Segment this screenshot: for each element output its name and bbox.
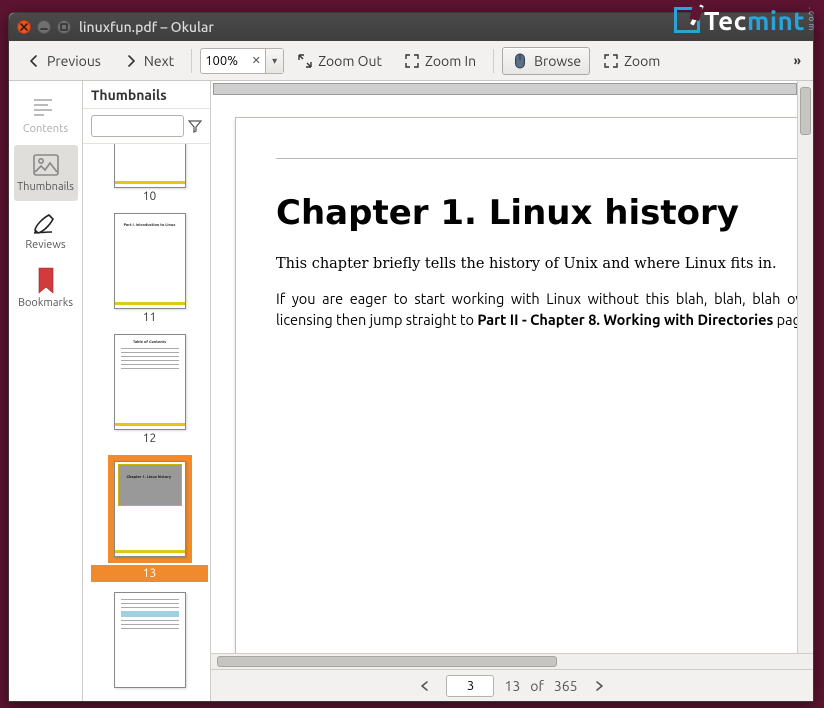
toolbar-overflow-button[interactable]: » — [790, 54, 805, 68]
browse-tool-button[interactable]: Browse — [502, 47, 590, 75]
pencil-icon — [31, 211, 61, 235]
toolbar: Previous Next ✕ ▾ Zoom Out Zoom In Brows… — [9, 41, 813, 81]
body: Contents Thumbnails Reviews Bookmarks — [9, 81, 813, 701]
chevron-right-icon — [593, 680, 605, 692]
browse-label: Browse — [534, 53, 581, 69]
paragraph: If you are eager to start working with L… — [276, 289, 813, 332]
thumbnail-page[interactable]: Part I. Introduction to Linux 11 — [91, 213, 208, 324]
window-title: linuxfun.pdf – Okular — [79, 19, 214, 35]
thumbnails-scroll[interactable]: 10 Part I. Introduction to Linux 11 Tabl… — [83, 144, 210, 701]
page-number-input[interactable] — [446, 675, 494, 697]
thumbnails-filter-input[interactable] — [91, 115, 184, 137]
contents-icon — [31, 95, 61, 119]
horizontal-scrollbar[interactable] — [211, 653, 813, 669]
close-button[interactable] — [17, 20, 31, 34]
maximize-button[interactable] — [57, 20, 71, 34]
chevron-left-icon — [26, 53, 42, 69]
tab-bookmarks-label: Bookmarks — [18, 297, 73, 309]
thumbnail-page[interactable] — [91, 592, 208, 688]
total-pages-label: 365 — [554, 678, 578, 694]
chevron-left-icon — [419, 680, 431, 692]
tab-contents[interactable]: Contents — [14, 87, 78, 143]
scrollbar-thumb[interactable] — [800, 87, 811, 135]
chevron-right-icon — [123, 53, 139, 69]
thumbnail-page[interactable]: 10 — [91, 144, 208, 203]
tab-contents-label: Contents — [23, 123, 68, 135]
side-tabs: Contents Thumbnails Reviews Bookmarks — [9, 81, 83, 701]
zoom-out-label: Zoom Out — [318, 53, 382, 69]
tab-thumbnails-label: Thumbnails — [17, 181, 74, 193]
of-label: of — [530, 678, 544, 694]
image-icon — [31, 153, 61, 177]
next-label: Next — [144, 53, 174, 69]
previous-label: Previous — [47, 53, 101, 69]
thumbnails-header: Thumbnails — [83, 81, 210, 109]
page-next-button[interactable] — [588, 675, 610, 697]
page-navigator: 13 of 365 — [211, 669, 813, 701]
zoom-combobox[interactable]: ✕ ▾ — [200, 48, 284, 74]
thumbnail-number: 11 — [91, 311, 208, 324]
page-rule — [276, 158, 813, 159]
thumbnail-page[interactable]: Table of Contents 12 — [91, 334, 208, 445]
previous-button[interactable]: Previous — [17, 48, 110, 74]
vertical-scrollbar[interactable] — [797, 81, 813, 653]
zoom-out-icon — [297, 53, 313, 69]
page-gap — [213, 83, 797, 95]
tab-thumbnails[interactable]: Thumbnails — [14, 145, 78, 201]
zoom-tool-icon — [603, 53, 619, 69]
visible-page-label: 13 — [504, 678, 520, 694]
scrollbar-thumb[interactable] — [217, 656, 557, 667]
tab-reviews-label: Reviews — [25, 239, 65, 251]
filter-icon[interactable] — [188, 119, 202, 133]
document-area: Chapter 1. Linux history This chapter br… — [211, 81, 813, 701]
document-page: Chapter 1. Linux history This chapter br… — [235, 117, 813, 653]
next-button[interactable]: Next — [114, 48, 183, 74]
thumbnail-number: 10 — [91, 190, 208, 203]
minimize-button[interactable] — [37, 20, 51, 34]
zoom-in-button[interactable]: Zoom In — [395, 48, 485, 74]
titlebar: linuxfun.pdf – Okular — [9, 13, 813, 41]
toolbar-separator — [191, 49, 192, 73]
thumbnails-filter-row — [83, 109, 210, 144]
zoom-input[interactable] — [201, 52, 247, 70]
mouse-icon — [511, 52, 529, 70]
tab-bookmarks[interactable]: Bookmarks — [14, 261, 78, 317]
zoom-in-icon — [404, 53, 420, 69]
chapter-title: Chapter 1. Linux history — [276, 193, 813, 233]
paragraph-bold: Part II - Chapter 8. Working with Direct… — [477, 311, 773, 328]
zoom-tool-button[interactable]: Zoom — [594, 48, 669, 74]
zoom-tool-label: Zoom — [624, 53, 660, 69]
zoom-in-label: Zoom In — [425, 53, 476, 69]
bookmark-icon — [31, 269, 61, 293]
document-viewport[interactable]: Chapter 1. Linux history This chapter br… — [211, 81, 813, 653]
paragraph: This chapter briefly tells the history o… — [276, 255, 813, 275]
zoom-out-button[interactable]: Zoom Out — [288, 48, 391, 74]
thumbnails-panel: Thumbnails 10 Part I. Introduction to Li… — [83, 81, 211, 701]
toolbar-separator — [493, 49, 494, 73]
thumbnails-list: 10 Part I. Introduction to Linux 11 Tabl… — [83, 144, 210, 701]
window-controls — [17, 20, 71, 34]
tab-reviews[interactable]: Reviews — [14, 203, 78, 259]
thumbnail-page-selected[interactable]: Chapter 1. Linux history 13 — [91, 455, 208, 582]
zoom-clear-icon[interactable]: ✕ — [247, 54, 265, 67]
thumbnail-number: 13 — [91, 565, 208, 582]
page-prev-button[interactable] — [414, 675, 436, 697]
thumbnail-number: 12 — [91, 432, 208, 445]
app-window: linuxfun.pdf – Okular Previous Next ✕ ▾ … — [8, 12, 814, 702]
zoom-dropdown-icon[interactable]: ▾ — [265, 49, 283, 73]
